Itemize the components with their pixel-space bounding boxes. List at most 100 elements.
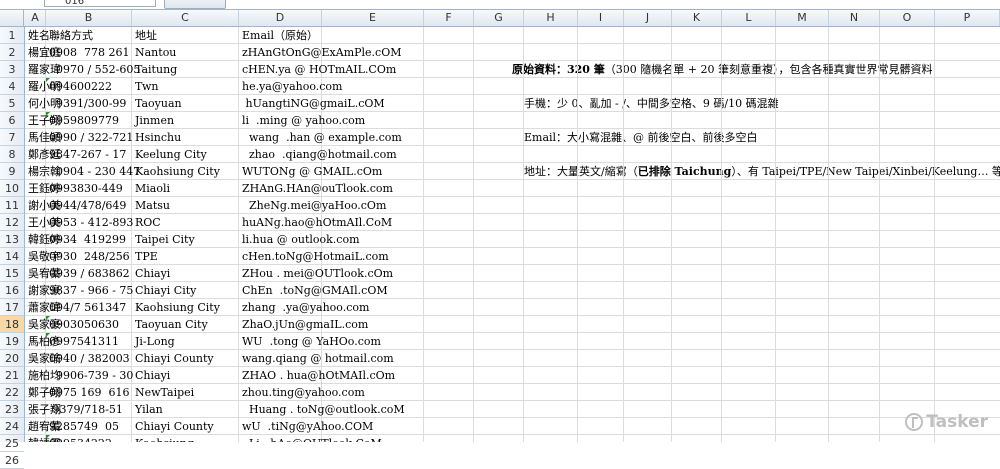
row-header-7[interactable]: 7 — [0, 129, 24, 146]
column-header-a[interactable]: A — [25, 10, 46, 26]
sheet-grid[interactable]: 原始資料：320 筆（300 隨機名單 + 20 筆刻意重複），包含各種真實世界… — [25, 27, 1000, 442]
cell-b10[interactable]: 0993830-449 — [49, 180, 123, 197]
cell-d9[interactable]: WUTONg @ GMAIL.cOm — [242, 163, 382, 180]
column-header-h[interactable]: H — [524, 10, 578, 26]
cell-d6[interactable]: li .ming @ yahoo.com — [242, 112, 365, 129]
row-header-25[interactable]: 25 — [0, 435, 24, 452]
column-header-k[interactable]: K — [672, 10, 722, 26]
row-header-16[interactable]: 16 — [0, 282, 24, 299]
cell-c25[interactable]: Kaohsiung — [135, 435, 194, 442]
cell-b22[interactable]: 0975 169 616 — [49, 384, 129, 401]
row-header-20[interactable]: 20 — [0, 350, 24, 367]
cell-b16[interactable]: 9837 - 966 - 75 — [49, 282, 133, 299]
row-header-23[interactable]: 23 — [0, 401, 24, 418]
row-header-13[interactable]: 13 — [0, 231, 24, 248]
cell-c9[interactable]: Kaohsiung City — [135, 163, 220, 180]
error-indicator-icon[interactable] — [46, 435, 50, 439]
row-header-21[interactable]: 21 — [0, 367, 24, 384]
error-indicator-icon[interactable] — [46, 78, 50, 82]
column-header-f[interactable]: F — [424, 10, 474, 26]
cell-d16[interactable]: ChEn .toNg@GMAIl.cOM — [242, 282, 388, 299]
cell-b11[interactable]: 0944/478/649 — [49, 197, 126, 214]
cell-d14[interactable]: cHen.toNg@HotmaiL.com — [242, 248, 389, 265]
select-all-corner[interactable] — [0, 10, 24, 26]
row-header-10[interactable]: 10 — [0, 180, 24, 197]
row-header-26[interactable]: 26 — [0, 452, 24, 469]
column-header-p[interactable]: P — [935, 10, 1000, 26]
cell-b23[interactable]: 9379/718-51 — [49, 401, 122, 418]
cell-c1[interactable]: 地址 — [135, 27, 157, 44]
row-header-8[interactable]: 8 — [0, 146, 24, 163]
column-header-d[interactable]: D — [239, 10, 322, 26]
cell-d2[interactable]: zHAnGtOnG@ExAmPle.cOM — [242, 44, 402, 61]
column-header-g[interactable]: G — [474, 10, 524, 26]
cell-a1[interactable]: 姓名 — [28, 27, 50, 44]
cell-b25[interactable]: 099534222 — [49, 435, 112, 442]
cell-c17[interactable]: Kaohsiung City — [135, 299, 220, 316]
row-header-22[interactable]: 22 — [0, 384, 24, 401]
row-header-3[interactable]: 3 — [0, 61, 24, 78]
row-header-12[interactable]: 12 — [0, 214, 24, 231]
cell-b3[interactable]: 0970 / 552-605 — [49, 61, 140, 78]
error-indicator-icon[interactable] — [46, 333, 50, 337]
cell-b13[interactable]: 0934 419299 — [49, 231, 126, 248]
cell-b5[interactable]: 9391/300-99 — [49, 95, 126, 112]
cell-d3[interactable]: cHEN.ya @ HOTmAIL.COm — [242, 61, 396, 78]
cell-d10[interactable]: ZHAnG.HAn@ouTlook.com — [242, 180, 393, 197]
row-header-15[interactable]: 15 — [0, 265, 24, 282]
cell-c5[interactable]: Taoyuan — [135, 95, 182, 112]
cell-c13[interactable]: Taipei City — [135, 231, 195, 248]
cell-c11[interactable]: Matsu — [135, 197, 170, 214]
row-header-2[interactable]: 2 — [0, 44, 24, 61]
cell-c21[interactable]: Chiayi — [135, 367, 170, 384]
cell-b1[interactable]: 聯絡方式 — [49, 27, 93, 44]
cell-b15[interactable]: 0939 / 683862 — [49, 265, 130, 282]
row-header-17[interactable]: 17 — [0, 299, 24, 316]
column-header-i[interactable]: I — [578, 10, 624, 26]
cell-d25[interactable]: Li . hAo@OUTlook.CoM — [242, 435, 382, 442]
error-indicator-icon[interactable] — [46, 112, 50, 116]
row-header-1[interactable]: 1 — [0, 27, 24, 44]
cell-d15[interactable]: ZHou . mei@OUTlook.cOm — [242, 265, 393, 282]
cell-d7[interactable]: wang .han @ example.com — [242, 129, 402, 146]
cell-d8[interactable]: zhao .qiang@hotmail.com — [242, 146, 397, 163]
cell-c19[interactable]: Ji-Long — [135, 333, 175, 350]
cell-b21[interactable]: 9906-739 - 30 — [49, 367, 133, 384]
cell-c14[interactable]: TPE — [135, 248, 158, 265]
formula-input[interactable] — [230, 0, 1000, 8]
cell-d17[interactable]: zhang .ya@yahoo.com — [242, 299, 369, 316]
cell-d20[interactable]: wang.qiang @ hotmail.com — [242, 350, 394, 367]
column-header-c[interactable]: C — [132, 10, 239, 26]
row-header-18[interactable]: 18 — [0, 316, 24, 333]
cell-c10[interactable]: Miaoli — [135, 180, 170, 197]
cell-d1[interactable]: Email（原始） — [242, 27, 318, 44]
column-header-m[interactable]: M — [776, 10, 829, 26]
cell-c12[interactable]: ROC — [135, 214, 161, 231]
cell-c23[interactable]: Yilan — [135, 401, 163, 418]
name-box[interactable]: 016 — [44, 0, 156, 7]
cell-d11[interactable]: ZheNg.mei@yaHoo.cOm — [242, 197, 386, 214]
column-header-o[interactable]: O — [880, 10, 935, 26]
cell-c22[interactable]: NewTaipei — [135, 384, 194, 401]
cell-b20[interactable]: 0940 / 382003 — [49, 350, 130, 367]
column-header-b[interactable]: B — [46, 10, 132, 26]
column-header-n[interactable]: N — [829, 10, 880, 26]
cell-c18[interactable]: Taoyuan City — [135, 316, 208, 333]
row-header-6[interactable]: 6 — [0, 112, 24, 129]
row-header-24[interactable]: 24 — [0, 418, 24, 435]
cell-b7[interactable]: 0990 / 322-721 — [49, 129, 133, 146]
cell-c4[interactable]: Twn — [135, 78, 158, 95]
cell-c16[interactable]: Chiayi City — [135, 282, 196, 299]
cell-c2[interactable]: Nantou — [135, 44, 176, 61]
cell-b6[interactable]: 0959809779 — [49, 112, 119, 129]
column-header-j[interactable]: J — [624, 10, 672, 26]
cell-d13[interactable]: li.hua @ outlook.com — [242, 231, 360, 248]
cell-c15[interactable]: Chiayi — [135, 265, 170, 282]
row-header-19[interactable]: 19 — [0, 333, 24, 350]
error-indicator-icon[interactable] — [46, 316, 50, 320]
column-header-l[interactable]: L — [722, 10, 776, 26]
row-header-4[interactable]: 4 — [0, 78, 24, 95]
cell-b4[interactable]: 094600222 — [49, 78, 112, 95]
cell-b8[interactable]: 9847-267 - 17 — [49, 146, 126, 163]
cell-d12[interactable]: huANg.hao@hOtmAIl.CoM — [242, 214, 392, 231]
